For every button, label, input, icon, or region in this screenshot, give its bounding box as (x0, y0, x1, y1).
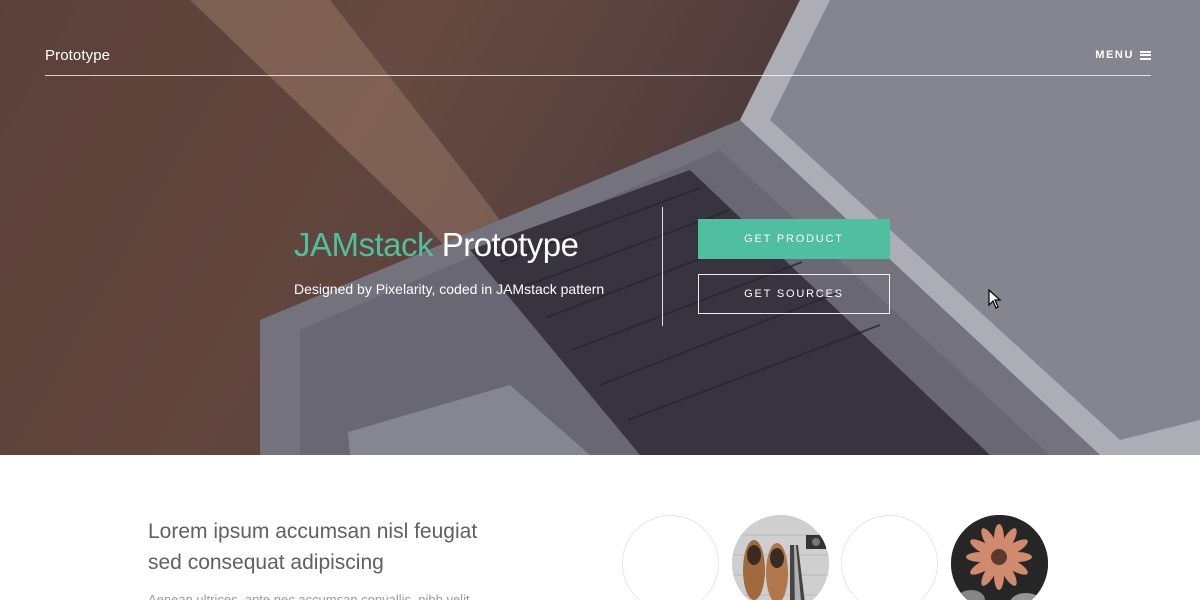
circle-image-3 (841, 515, 938, 600)
circle-image-flower (951, 515, 1048, 600)
hero-title-accent: JAMstack (294, 226, 434, 263)
flower-image (951, 515, 1048, 600)
top-navigation: Prototype MENU (45, 0, 1151, 76)
hero-title-rest: Prototype (441, 226, 579, 263)
vertical-divider (662, 207, 663, 326)
get-sources-button[interactable]: GET SOURCES (698, 274, 890, 314)
shoes-image (732, 515, 829, 600)
get-product-button[interactable]: GET PRODUCT (698, 219, 890, 259)
brand-link[interactable]: Prototype (45, 47, 110, 64)
hero-banner: Prototype MENU JAMstack Prototype Design… (0, 0, 1200, 455)
menu-label: MENU (1095, 49, 1134, 61)
circle-image-1 (622, 515, 719, 600)
circle-image-shoes (732, 515, 829, 600)
hamburger-icon (1140, 50, 1151, 60)
menu-button[interactable]: MENU (1095, 49, 1151, 61)
section-heading: Lorem ipsum accumsan nisl feugiat sed co… (148, 520, 478, 574)
hero-subtitle: Designed by Pixelarity, coded in JAMstac… (294, 281, 605, 297)
section-body-text: Aenean ultrices, ante nec accumsan conva… (148, 592, 470, 600)
mouse-pointer-icon (988, 289, 1002, 309)
hero-title: JAMstack Prototype (294, 226, 579, 264)
